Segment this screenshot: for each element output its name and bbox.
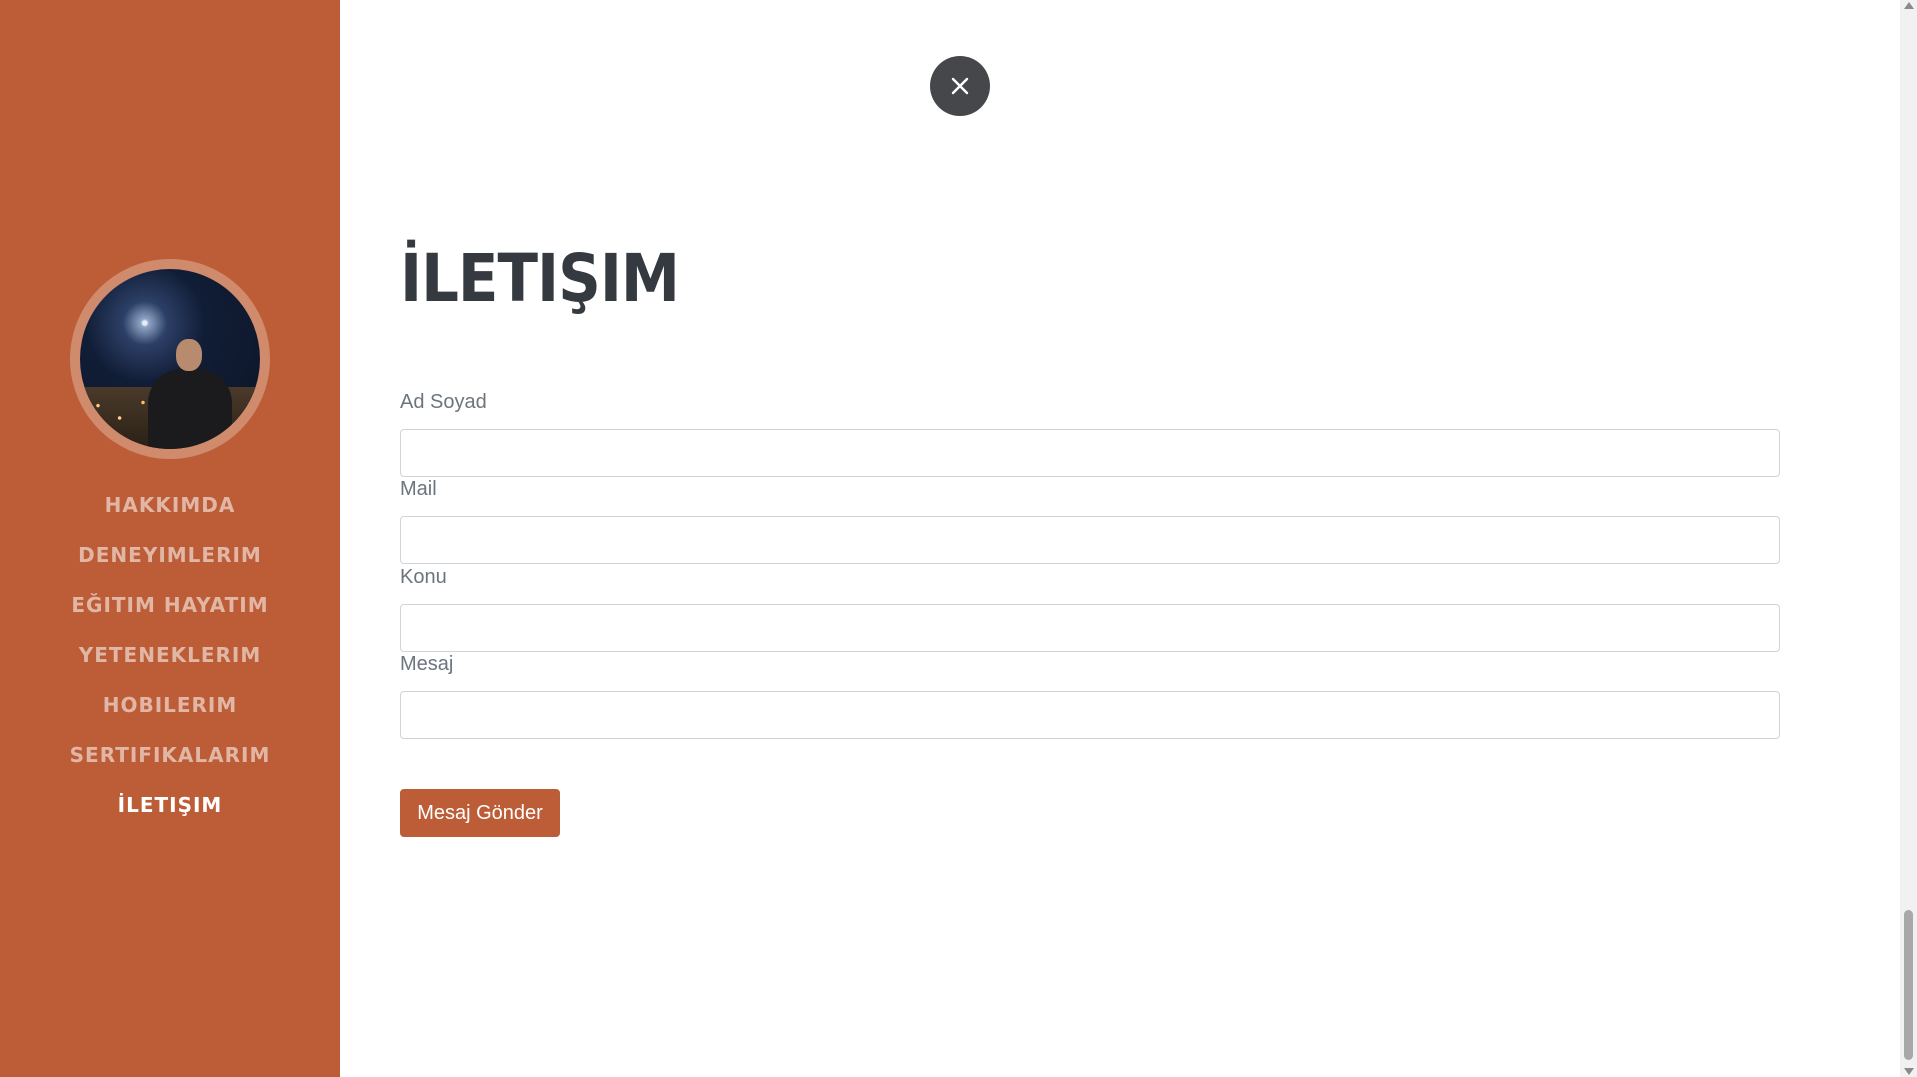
profile-photo — [80, 269, 260, 449]
sidebar-item-hobilerim[interactable]: HOBILERIM — [0, 685, 340, 735]
sidebar-item-hakkimda[interactable]: HAKKIMDA — [0, 485, 340, 535]
sidebar-item-sertifikalarim[interactable]: SERTIFIKALARIM — [0, 735, 340, 785]
close-icon — [951, 77, 969, 95]
sidebar: HAKKIMDA DENEYIMLERIM EĞITIM HAYATIM YET… — [0, 0, 340, 1077]
mail-label: Mail — [400, 478, 437, 500]
scroll-down-icon[interactable] — [1904, 1068, 1914, 1075]
sidebar-item-yeteneklerim[interactable]: YETENEKLERIM — [0, 635, 340, 685]
subject-field[interactable] — [400, 604, 1780, 652]
subject-label: Konu — [400, 566, 447, 588]
mail-field[interactable] — [400, 516, 1780, 564]
close-button[interactable] — [930, 56, 990, 116]
avatar — [70, 259, 270, 459]
name-label: Ad Soyad — [400, 391, 487, 413]
sidebar-item-iletisim[interactable]: İLETIŞIM — [0, 785, 340, 835]
scroll-thumb[interactable] — [1904, 910, 1913, 1060]
page-scrollbar[interactable] — [1900, 0, 1917, 1077]
scroll-up-icon[interactable] — [1904, 2, 1914, 9]
name-field[interactable] — [400, 429, 1780, 477]
sidebar-nav: HAKKIMDA DENEYIMLERIM EĞITIM HAYATIM YET… — [0, 485, 340, 835]
message-field[interactable] — [400, 691, 1780, 739]
message-label: Mesaj — [400, 653, 454, 675]
send-message-button[interactable]: Mesaj Gönder — [400, 789, 560, 837]
sidebar-item-egitim-hayatim[interactable]: EĞITIM HAYATIM — [0, 585, 340, 635]
page-title: İLETIŞIM — [400, 240, 680, 317]
sidebar-item-deneyimlerim[interactable]: DENEYIMLERIM — [0, 535, 340, 585]
